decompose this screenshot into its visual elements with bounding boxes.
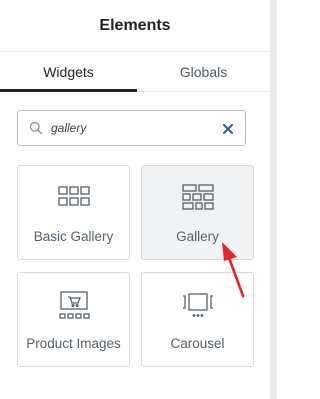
carousel-icon bbox=[181, 291, 215, 326]
basic-gallery-icon bbox=[57, 184, 91, 215]
tab-widgets[interactable]: Widgets bbox=[0, 52, 137, 91]
scrollbar-track[interactable] bbox=[270, 0, 277, 399]
search-icon bbox=[29, 121, 43, 135]
widget-product-images[interactable]: Product Images bbox=[17, 272, 130, 367]
search-box[interactable] bbox=[17, 110, 246, 146]
product-images-icon bbox=[57, 291, 91, 326]
widget-label: Carousel bbox=[170, 336, 225, 351]
widget-basic-gallery[interactable]: Basic Gallery bbox=[17, 165, 130, 260]
close-icon[interactable] bbox=[222, 122, 234, 134]
tab-globals[interactable]: Globals bbox=[137, 52, 270, 91]
annotation-arrow-icon bbox=[218, 240, 248, 303]
search-input[interactable] bbox=[51, 121, 201, 135]
gallery-icon bbox=[181, 184, 215, 219]
tab-bar: Widgets Globals bbox=[0, 52, 270, 92]
panel-title: Elements bbox=[0, 0, 270, 52]
widget-label: Product Images bbox=[26, 336, 121, 351]
elements-panel: Elements Widgets Globals gallery Basic G… bbox=[0, 0, 270, 399]
active-tab-indicator bbox=[0, 89, 137, 92]
widget-label: Basic Gallery bbox=[33, 229, 114, 244]
